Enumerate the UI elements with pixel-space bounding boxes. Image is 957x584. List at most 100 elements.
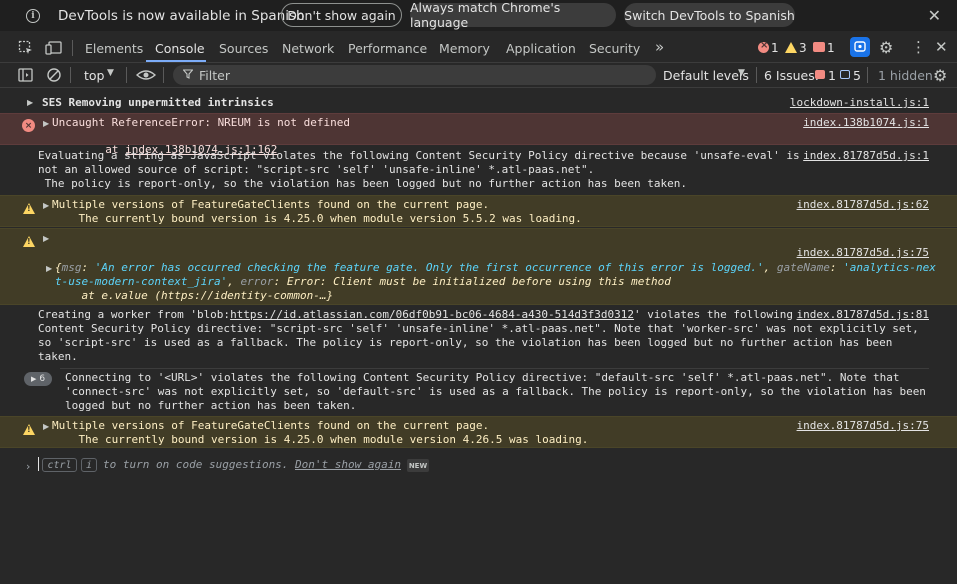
source-link[interactable]: index.138b1074.js:1 bbox=[803, 116, 929, 129]
issues-info-count: 5 bbox=[853, 68, 861, 83]
object-value: t-use-modern-context_jira' bbox=[55, 275, 228, 288]
console-settings-gear-icon[interactable]: ⚙ bbox=[933, 66, 947, 85]
toolbar-divider bbox=[70, 67, 71, 83]
object-value: 'analytics-nex bbox=[843, 261, 936, 274]
context-selector[interactable]: top bbox=[84, 68, 104, 83]
tab-memory[interactable]: Memory bbox=[439, 41, 490, 56]
console-message: Creating a worker from 'blob:https://id.… bbox=[0, 306, 957, 368]
tab-application[interactable]: Application bbox=[506, 41, 576, 56]
prompt-chevron-icon: › bbox=[26, 460, 31, 473]
new-badge: NEW bbox=[407, 459, 429, 472]
object-value: 'An error has occurred checking the feat… bbox=[94, 261, 764, 274]
object-value: at e.value (https://identity-common-…} bbox=[55, 289, 334, 302]
active-tab-indicator bbox=[146, 60, 206, 62]
expand-triangle-icon[interactable]: ▶ bbox=[43, 201, 49, 210]
message-line: Content Security Policy directive: "scri… bbox=[38, 322, 919, 335]
clear-console-icon[interactable] bbox=[46, 67, 62, 86]
console-warning-message: ▶ Multiple versions of FeatureGateClient… bbox=[0, 195, 957, 227]
issues-error-count: 1 bbox=[828, 68, 836, 83]
issues-error-icon[interactable] bbox=[815, 70, 825, 79]
console-warning-object: ▶ index.81787d5d.js:75 ▶ {msg: 'An error… bbox=[0, 228, 957, 305]
shortcut-key-i: i bbox=[81, 458, 97, 472]
tab-console[interactable]: Console bbox=[155, 41, 205, 56]
message-line: logged but no further action has been ta… bbox=[65, 399, 357, 412]
tab-elements[interactable]: Elements bbox=[85, 41, 143, 56]
filter-funnel-icon bbox=[182, 68, 194, 82]
tab-network[interactable]: Network bbox=[282, 41, 334, 56]
object-value: Error: Client must be initialized before… bbox=[286, 275, 671, 288]
language-infobar: i DevTools is now available in Spanish D… bbox=[0, 0, 957, 31]
expand-triangle-icon[interactable]: ▶ bbox=[43, 119, 49, 128]
message-text: SES Removing unpermitted intrinsics bbox=[42, 96, 274, 109]
warning-icon bbox=[23, 424, 35, 435]
source-link[interactable]: lockdown-install.js:1 bbox=[790, 96, 929, 109]
source-link[interactable]: index.81787d5d.js:1 bbox=[803, 149, 929, 162]
object-key: msg bbox=[61, 261, 82, 274]
message-line: The policy is report-only, so the violat… bbox=[38, 177, 688, 190]
dont-show-again-button[interactable]: Don't show again bbox=[281, 3, 402, 27]
always-match-language-button[interactable]: Always match Chrome's language bbox=[410, 0, 616, 30]
error-icon: × bbox=[22, 119, 35, 132]
warning-count-icon[interactable] bbox=[785, 42, 797, 53]
expand-triangle-icon[interactable]: ▶ bbox=[27, 98, 33, 107]
warning-text: Multiple versions of FeatureGateClients … bbox=[52, 198, 490, 211]
context-dropdown-icon[interactable]: ▼ bbox=[107, 68, 114, 78]
console-message: Evaluating a string as JavaScript violat… bbox=[0, 146, 957, 196]
expand-triangle-icon[interactable]: ▶ bbox=[43, 422, 49, 431]
console-messages: ▶ SES Removing unpermitted intrinsics lo… bbox=[0, 89, 957, 584]
issue-count: 1 bbox=[827, 41, 835, 55]
console-toolbar: top ▼ Filter Default levels ▼ 6 Issues: … bbox=[0, 63, 957, 88]
more-options-icon[interactable]: ⋮ bbox=[911, 38, 926, 56]
expand-triangle-icon[interactable]: ▶ bbox=[43, 234, 49, 243]
message-line: Connecting to '<URL>' violates the follo… bbox=[65, 371, 900, 384]
expand-object-icon[interactable]: ▶ bbox=[46, 264, 52, 273]
filter-placeholder: Filter bbox=[199, 67, 230, 83]
sidebar-toggle-icon[interactable] bbox=[18, 68, 33, 85]
tab-security[interactable]: Security bbox=[589, 41, 640, 56]
code-suggestions-hint: to turn on code suggestions. bbox=[103, 458, 289, 471]
warning-icon bbox=[23, 203, 35, 214]
filter-input[interactable]: Filter bbox=[173, 65, 656, 85]
message-line: 'connect-src' was not explicitly set, so… bbox=[65, 385, 926, 398]
console-input-caret[interactable] bbox=[38, 457, 39, 471]
dont-show-again-link[interactable]: Don't show again bbox=[295, 458, 401, 471]
error-x-glyph: × bbox=[760, 40, 769, 51]
error-count: 1 bbox=[771, 41, 779, 55]
issues-info-icon[interactable] bbox=[840, 70, 850, 79]
levels-dropdown-icon[interactable]: ▼ bbox=[738, 68, 745, 78]
tab-performance[interactable]: Performance bbox=[348, 41, 427, 56]
more-tabs-icon[interactable]: » bbox=[655, 38, 664, 56]
switch-devtools-spanish-button[interactable]: Switch DevTools to Spanish bbox=[624, 3, 795, 27]
panel-tab-bar: Elements Console Sources Network Perform… bbox=[0, 32, 957, 63]
message-text: Creating a worker from 'blob: bbox=[38, 308, 231, 321]
tab-sources[interactable]: Sources bbox=[219, 41, 268, 56]
source-link[interactable]: index.81787d5d.js:75 bbox=[797, 246, 929, 259]
inspect-element-icon[interactable] bbox=[18, 40, 34, 60]
warning-text: The currently bound version is 4.25.0 wh… bbox=[52, 433, 589, 446]
device-toolbar-icon[interactable] bbox=[45, 40, 63, 60]
issues-label[interactable]: 6 Issues: bbox=[764, 68, 819, 83]
object-key: error bbox=[240, 275, 274, 288]
toolbar-divider bbox=[72, 40, 73, 56]
close-icon[interactable]: ✕ bbox=[928, 6, 941, 25]
close-devtools-icon[interactable]: ✕ bbox=[935, 38, 948, 56]
blob-link[interactable]: https://id.atlassian.com/06df0b91-bc06-4… bbox=[230, 308, 634, 321]
source-link[interactable]: index.81787d5d.js:81 bbox=[797, 308, 929, 321]
warning-text: Multiple versions of FeatureGateClients … bbox=[52, 419, 490, 432]
issue-count-icon[interactable] bbox=[813, 42, 825, 52]
warning-text: The currently bound version is 4.25.0 wh… bbox=[52, 212, 582, 225]
warning-icon bbox=[23, 236, 35, 247]
settings-gear-icon[interactable]: ⚙ bbox=[879, 38, 893, 57]
console-message: ▶ SES Removing unpermitted intrinsics lo… bbox=[0, 92, 957, 112]
message-line: Evaluating a string as JavaScript violat… bbox=[38, 149, 800, 162]
error-text: Uncaught ReferenceError: NREUM is not de… bbox=[52, 116, 351, 129]
log-levels-dropdown[interactable]: Default levels bbox=[663, 68, 749, 83]
live-expression-eye-icon[interactable] bbox=[135, 67, 157, 86]
warning-count: 3 bbox=[799, 41, 807, 55]
shortcut-key-ctrl: ctrl bbox=[42, 458, 77, 472]
ai-assistance-icon[interactable] bbox=[850, 37, 870, 57]
console-warning-message: ▶ Multiple versions of FeatureGateClient… bbox=[0, 416, 957, 448]
source-link[interactable]: index.81787d5d.js:75 bbox=[797, 419, 929, 432]
source-link[interactable]: index.81787d5d.js:62 bbox=[797, 198, 929, 211]
message-line: so 'script-src' is used as a fallback. T… bbox=[38, 336, 893, 349]
